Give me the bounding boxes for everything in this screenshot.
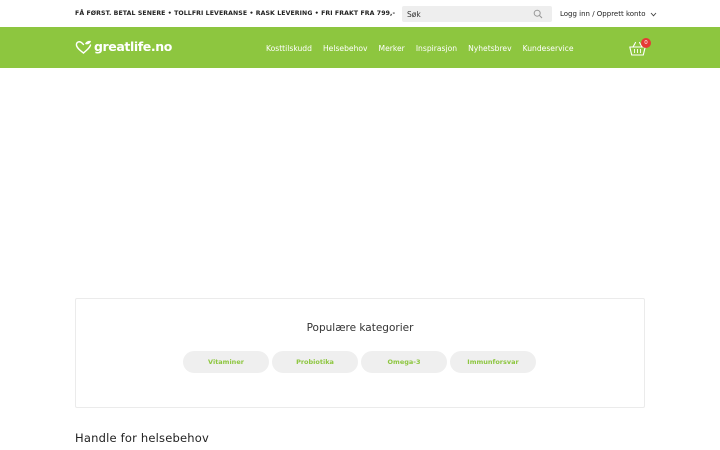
menu-item-nyhetsbrev[interactable]: Nyhetsbrev — [468, 44, 512, 53]
site-logo[interactable]: greatlife.no — [75, 39, 172, 54]
category-pill-vitaminer[interactable]: Vitaminer — [183, 351, 269, 373]
menu-item-helsebehov[interactable]: Helsebehov — [323, 44, 368, 53]
main-menu: Kosttilskudd Helsebehov Merker Inspirasj… — [266, 44, 574, 53]
popular-categories-panel: Populære kategorier Vitaminer Probiotika… — [75, 298, 645, 408]
cart-count-badge: 0 — [641, 38, 651, 48]
top-bar: FÅ FØRST. BETAL SENERE • TOLLFRI LEVERAN… — [0, 0, 720, 27]
hero-banner-area — [0, 68, 720, 298]
search-icon[interactable] — [533, 9, 543, 19]
category-pill-omega-3[interactable]: Omega-3 — [361, 351, 447, 373]
health-needs-heading: Handle for helsebehov — [75, 431, 210, 445]
popular-categories-title: Populære kategorier — [306, 322, 414, 334]
category-pill-probiotika[interactable]: Probiotika — [272, 351, 358, 373]
search-input[interactable] — [402, 6, 530, 22]
heart-leaf-icon — [75, 40, 92, 54]
account-label[interactable]: Logg inn / Opprett konto — [560, 10, 646, 18]
cart-button[interactable]: 0 — [629, 38, 651, 58]
main-navbar: greatlife.no Kosttilskudd Helsebehov Mer… — [0, 27, 720, 68]
promo-text: FÅ FØRST. BETAL SENERE • TOLLFRI LEVERAN… — [75, 10, 396, 17]
logo-text[interactable]: greatlife.no — [94, 39, 172, 54]
category-pills: Vitaminer Probiotika Omega-3 Immunforsva… — [183, 351, 536, 373]
menu-item-merker[interactable]: Merker — [379, 44, 405, 53]
account-menu[interactable]: Logg inn / Opprett konto — [560, 10, 657, 18]
menu-item-inspirasjon[interactable]: Inspirasjon — [416, 44, 457, 53]
chevron-down-icon — [650, 12, 656, 16]
category-pill-immunforsvar[interactable]: Immunforsvar — [450, 351, 536, 373]
menu-item-kundeservice[interactable]: Kundeservice — [523, 44, 574, 53]
menu-item-kosttilskudd[interactable]: Kosttilskudd — [266, 44, 312, 53]
search-box[interactable] — [402, 6, 552, 22]
